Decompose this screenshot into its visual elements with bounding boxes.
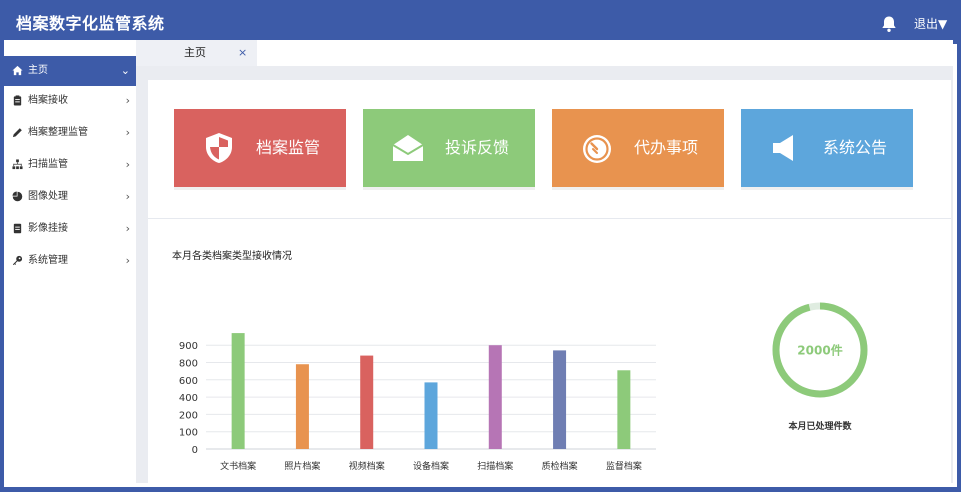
sidebar-item-label: 主页 [28,65,48,76]
dashboard-panel: 档案监管 投诉反馈 代办事项 系统公告 本月各类档案类型接收情况 0 100 2… [148,80,951,483]
x-tick-label: 监督档案 [606,460,642,472]
sitemap-icon [12,159,23,170]
chevron-right-icon: › [125,158,130,171]
card-archive-supervision[interactable]: 档案监管 [174,109,346,187]
sidebar-item-label: 档案整理监管 [28,127,88,138]
card-label: 档案监管 [256,138,321,157]
chart-title: 本月各类档案类型接收情况 [172,251,292,262]
chevron-right-icon: › [125,94,130,107]
bar-chart: 0 100 200 400 600 800 900 文书档案 照片档案 视频档案 设备档案 扫描档案 质… [179,333,656,472]
tab-home[interactable]: 主页 × [136,40,257,66]
sidebar-item-home[interactable]: 主页 ⌄ [4,56,136,86]
timer-icon [583,135,611,163]
document-icon [13,223,22,234]
y-tick-label: 0 [192,445,198,456]
bar[interactable] [424,382,438,449]
y-tick-label: 200 [179,410,198,421]
envelope-open-icon [392,135,424,161]
y-tick-label: 100 [179,428,198,439]
megaphone-icon [773,135,793,161]
bar[interactable] [488,345,502,449]
card-label: 系统公告 [823,138,888,157]
sidebar-item-label: 档案接收 [28,95,68,106]
x-tick-label: 扫描档案 [477,460,513,472]
x-tick-label: 照片档案 [284,460,320,472]
bell-icon[interactable] [880,15,898,33]
gauge-value: 2000件 [797,343,842,358]
chevron-right-icon: › [125,190,130,203]
sidebar-item-label: 系统管理 [28,255,68,266]
sidebar-item-label: 影像挂接 [28,223,68,234]
chevron-right-icon: › [125,222,130,235]
card-complaint-feedback[interactable]: 投诉反馈 [363,109,535,187]
tab-strip: 主页 × [136,40,953,68]
home-icon [12,65,23,76]
bar[interactable] [295,364,309,449]
sidebar-item-label: 图像处理 [28,191,68,202]
card-label: 代办事项 [634,138,699,157]
top-bar: 档案数字化监管系统 退出▼ [4,4,957,44]
y-tick-label: 600 [179,376,198,387]
bar[interactable] [617,370,631,449]
pie-icon [12,191,23,202]
card-system-notice[interactable]: 系统公告 [741,109,913,187]
sidebar-item-system-management[interactable]: 系统管理 › [4,246,136,276]
main-content: 主页 × 档案监管 投诉反馈 代办事项 系统公告 本月各类档案类型接收情况 0 … [136,40,953,483]
tab-label: 主页 [184,46,206,59]
clipboard-icon [13,95,22,106]
card-todo-items[interactable]: 代办事项 [552,109,724,187]
sidebar-item-scan[interactable]: 扫描监管 › [4,150,136,180]
sidebar-item-archive-receive[interactable]: 档案接收 › [4,86,136,116]
sidebar-item-image-linking[interactable]: 影像挂接 › [4,214,136,244]
sidebar-item-label: 扫描监管 [28,159,68,170]
y-tick-label: 800 [179,359,198,370]
bar[interactable] [360,355,374,449]
section-divider [148,218,951,219]
chevron-right-icon: › [125,126,130,139]
shield-icon [206,133,232,163]
y-tick-label: 400 [179,393,198,404]
sidebar: 主页 ⌄ 档案接收 › 档案整理监管 › 扫描监管 › 图像处理 › 影像挂接 … [4,40,136,483]
card-label: 投诉反馈 [445,138,510,157]
edit-icon [12,128,22,138]
x-tick-label: 文书档案 [220,460,256,472]
x-tick-label: 设备档案 [413,460,449,472]
progress-gauge: 2000件 [772,302,868,398]
logout-button[interactable]: 退出▼ [914,4,947,44]
close-icon[interactable]: × [238,40,247,66]
chevron-down-icon: ⌄ [120,64,130,77]
bar[interactable] [231,333,245,449]
sidebar-item-image-processing[interactable]: 图像处理 › [4,182,136,212]
y-tick-label: 900 [179,341,198,352]
sidebar-item-archive-organize[interactable]: 档案整理监管 › [4,118,136,148]
app-title: 档案数字化监管系统 [16,14,165,33]
gauge-caption: 本月已处理件数 [788,422,852,432]
chevron-right-icon: › [125,254,130,267]
x-tick-label: 视频档案 [349,460,385,472]
key-icon [12,255,23,266]
x-tick-label: 质检档案 [542,460,578,472]
bar[interactable] [553,350,567,449]
